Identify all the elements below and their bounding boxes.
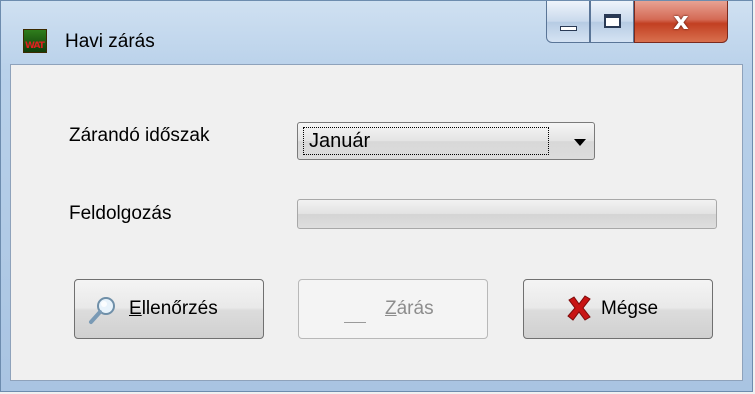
close-button[interactable]: x (634, 1, 728, 43)
minimize-icon (560, 26, 577, 31)
magnifier-icon (89, 297, 115, 324)
period-label: Zárandó időszak (69, 125, 210, 146)
close-month-button-label: Zárás (385, 298, 434, 319)
cancel-button-label: Mégse (601, 298, 659, 319)
dialog-client-area: Zárandó időszak Január Feldolgozás Ellen… (10, 64, 743, 381)
window-title: Havi zárás (65, 31, 155, 52)
check-button-label: Ellenőrzés (129, 298, 218, 319)
close-month-icon (344, 322, 366, 323)
chevron-down-icon[interactable] (574, 139, 586, 146)
maximize-button[interactable] (590, 1, 634, 43)
close-month-button[interactable]: Zárás (298, 279, 488, 339)
minimize-button[interactable] (546, 1, 590, 43)
dialog-window: WAT Havi zárás x Zárandó időszak Január … (0, 0, 753, 392)
progress-label: Feldolgozás (69, 203, 172, 224)
processing-progress-bar (297, 199, 717, 229)
app-icon-text: WAT (25, 41, 45, 51)
maximize-icon (604, 14, 621, 28)
title-bar[interactable]: WAT Havi zárás x (1, 1, 752, 63)
close-icon: x (673, 7, 689, 35)
period-select[interactable]: Január (297, 122, 595, 160)
app-icon[interactable]: WAT (23, 29, 47, 53)
red-x-icon (567, 295, 591, 321)
check-button[interactable]: Ellenőrzés (74, 279, 264, 339)
cancel-button[interactable]: Mégse (523, 279, 713, 339)
period-selected-value: Január (303, 127, 549, 155)
